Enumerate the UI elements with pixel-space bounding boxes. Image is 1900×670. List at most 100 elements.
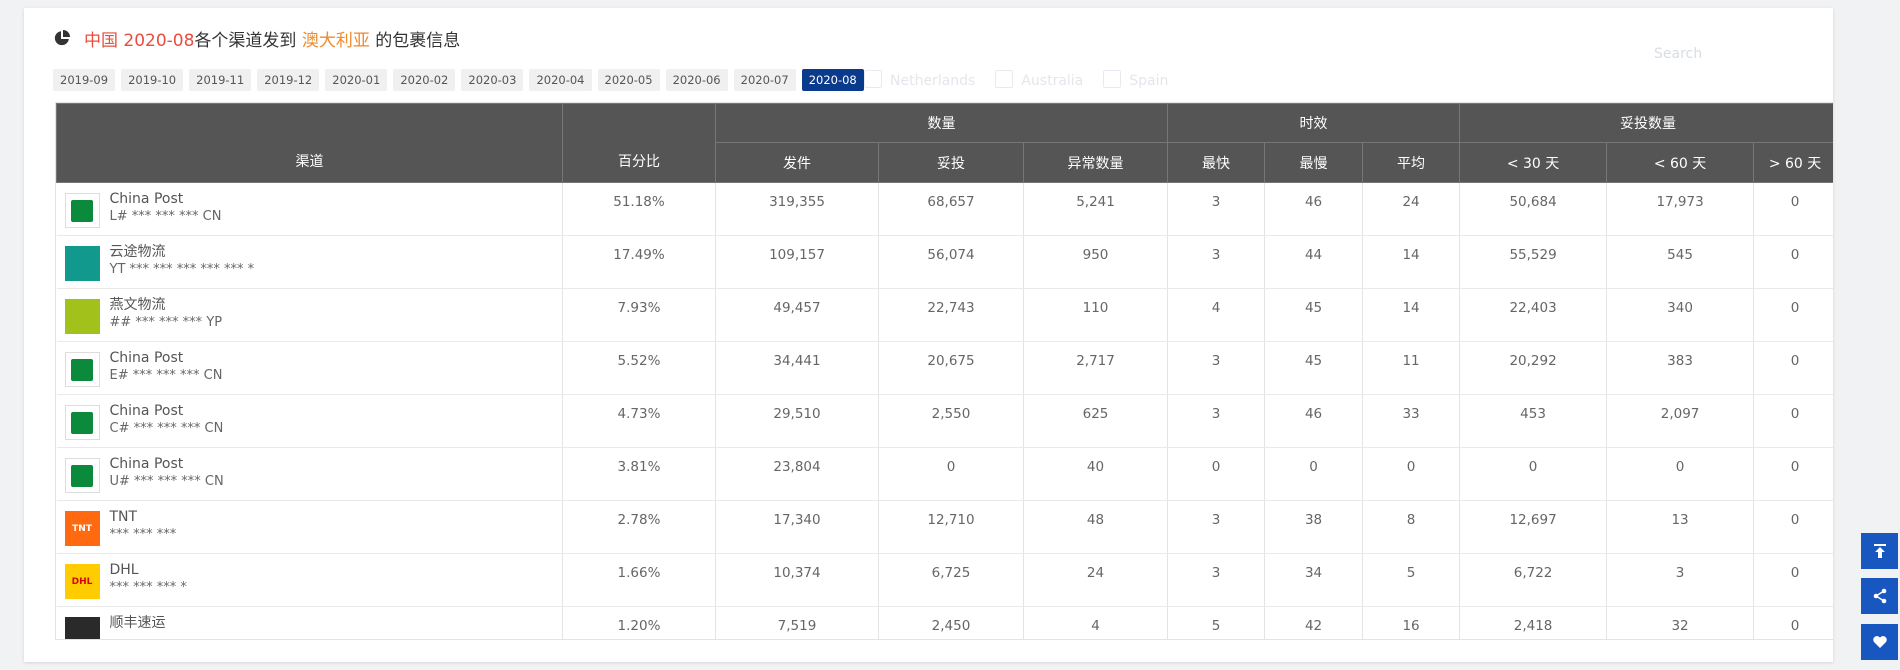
cell-lt30: 6,722 xyxy=(1459,553,1608,607)
cell-abnormal: 24 xyxy=(1023,553,1169,607)
channel-info: 顺丰速运 xyxy=(64,615,563,639)
cell-abnormal: 950 xyxy=(1023,235,1169,289)
channel-text: TNT *** *** *** xyxy=(110,509,177,543)
tracking-number-mask: YT *** *** *** *** *** * xyxy=(109,262,255,277)
channel-cell: China Post L# *** *** *** CN xyxy=(56,182,563,236)
channel-cell: DHL DHL *** *** *** * xyxy=(56,553,563,607)
china-post-emblem-icon xyxy=(71,464,93,487)
tracking-number-mask: E# *** *** *** CN xyxy=(109,368,223,383)
cell-slowest: 45 xyxy=(1264,288,1364,342)
cell-gt60: 0 xyxy=(1753,182,1833,236)
cell-lt30: 50,684 xyxy=(1459,182,1608,236)
cell-sent: 10,374 xyxy=(715,553,879,607)
cell-slowest: 45 xyxy=(1264,341,1364,395)
channel-info: China Post E# *** *** *** CN xyxy=(64,350,563,387)
cell-percent: 1.66% xyxy=(562,553,716,607)
channel-table-container[interactable]: 渠道 百分比 数量 时效 妥投数量 发件 妥投 异常数量 最快 最慢 平均 < … xyxy=(55,102,1833,640)
month-tab-2019-09[interactable]: 2019-09 xyxy=(53,69,116,91)
channel-info: China Post L# *** *** *** CN xyxy=(64,191,563,228)
cell-average: 11 xyxy=(1362,341,1461,395)
china-post-logo-icon xyxy=(64,405,100,440)
cell-sent: 319,355 xyxy=(715,182,879,236)
channel-name: 云途物流 xyxy=(109,244,166,260)
month-tab-2020-05[interactable]: 2020-05 xyxy=(597,69,660,91)
share-button[interactable] xyxy=(1861,578,1898,614)
table-row: 燕文物流 ## *** *** *** YP 7.93% 49,457 22,743 11… xyxy=(56,288,1833,342)
title-mid: 各个渠道发到 xyxy=(194,30,297,51)
favorite-button[interactable] xyxy=(1861,624,1898,660)
channel-cell: China Post E# *** *** *** CN xyxy=(56,341,563,395)
header-lt30: < 30 天 xyxy=(1459,142,1608,183)
header-delivered-count-group: 妥投数量 xyxy=(1459,103,1833,143)
cell-fastest: 3 xyxy=(1167,500,1266,554)
channel-text: China Post C# *** *** *** CN xyxy=(110,403,224,437)
cell-gt60: 0 xyxy=(1753,288,1833,342)
cell-lt60: 545 xyxy=(1606,235,1755,289)
cell-percent: 3.81% xyxy=(562,447,716,501)
table-row: DHL DHL *** *** *** * 1.66% 10,374 6,725 24 3 34… xyxy=(56,553,1833,607)
channel-name: China Post xyxy=(109,456,184,472)
channel-text: 顺丰速运 xyxy=(110,615,166,632)
header-average: 平均 xyxy=(1362,142,1461,183)
cell-sent: 23,804 xyxy=(715,447,879,501)
table-row: TNT TNT *** *** *** 2.78% 17,340 12,710 48 3 38 8… xyxy=(56,500,1833,554)
header-timeliness-group: 时效 xyxy=(1167,103,1461,143)
month-tab-2020-02[interactable]: 2020-02 xyxy=(393,69,456,91)
channel-name: DHL xyxy=(109,562,139,578)
cell-slowest: 38 xyxy=(1264,500,1364,554)
channel-text: China Post U# *** *** *** CN xyxy=(110,456,224,490)
month-tab-2020-06[interactable]: 2020-06 xyxy=(665,69,728,91)
header-slowest: 最慢 xyxy=(1264,142,1364,183)
month-tab-2020-04[interactable]: 2020-04 xyxy=(529,69,592,91)
china-post-logo-icon xyxy=(64,193,100,228)
header-sent: 发件 xyxy=(715,142,879,183)
channel-info: 燕文物流 ## *** *** *** YP xyxy=(64,297,563,334)
month-tab-2020-07[interactable]: 2020-07 xyxy=(733,69,796,91)
yuntu-logo-icon xyxy=(64,246,100,281)
channel-text: China Post L# *** *** *** CN xyxy=(110,191,222,225)
yanwen-logo-icon xyxy=(64,299,100,334)
cell-abnormal: 48 xyxy=(1023,500,1169,554)
channel-cell: 燕文物流 ## *** *** *** YP xyxy=(56,288,563,342)
cell-slowest: 0 xyxy=(1264,447,1364,501)
table-row: China Post E# *** *** *** CN 5.52% 34,441 20… xyxy=(56,341,1833,395)
header-abnormal: 异常数量 xyxy=(1022,142,1169,183)
cell-lt60: 2,097 xyxy=(1606,394,1755,448)
sf-logo-icon xyxy=(64,617,100,639)
cell-fastest: 3 xyxy=(1167,182,1266,236)
cell-lt60: 3 xyxy=(1606,553,1755,607)
cell-average: 14 xyxy=(1362,235,1461,289)
table-body: China Post L# *** *** *** CN 51.18% 319,355… xyxy=(56,182,1833,639)
back-to-top-icon xyxy=(1873,544,1886,558)
china-post-emblem-icon xyxy=(71,411,93,434)
cell-lt30: 22,403 xyxy=(1459,288,1608,342)
cell-percent: 5.52% xyxy=(562,341,716,395)
month-tab-2019-12[interactable]: 2019-12 xyxy=(257,69,320,91)
cell-average: 0 xyxy=(1362,447,1461,501)
table-row: 云途物流 YT *** *** *** *** *** * 17.49% 109,15… xyxy=(56,235,1833,289)
channel-info: China Post C# *** *** *** CN xyxy=(64,403,563,440)
cell-gt60: 0 xyxy=(1753,394,1833,448)
back-to-top-button[interactable] xyxy=(1861,533,1898,569)
tracking-number-mask: C# *** *** *** CN xyxy=(109,421,224,436)
background-legend: Netherlands Australia Spain xyxy=(864,70,1168,89)
month-tab-2020-01[interactable]: 2020-01 xyxy=(325,69,388,91)
cell-sent: 29,510 xyxy=(715,394,879,448)
cell-percent: 51.18% xyxy=(562,182,716,236)
cell-delivered: 12,710 xyxy=(878,500,1024,554)
legend-item: Netherlands xyxy=(864,70,975,89)
month-tab-2019-10[interactable]: 2019-10 xyxy=(121,69,184,91)
month-tab-2019-11[interactable]: 2019-11 xyxy=(189,69,252,91)
channel-text: DHL *** *** *** * xyxy=(110,562,187,596)
cell-fastest: 3 xyxy=(1167,394,1266,448)
cell-percent: 2.78% xyxy=(562,500,716,554)
channel-name: TNT xyxy=(109,509,138,525)
month-tab-2020-08[interactable]: 2020-08 xyxy=(801,69,864,91)
cell-delivered: 0 xyxy=(878,447,1024,501)
cell-average: 14 xyxy=(1362,288,1461,342)
cell-abnormal: 40 xyxy=(1023,447,1169,501)
month-tab-2020-03[interactable]: 2020-03 xyxy=(461,69,524,91)
cell-lt60: 17,973 xyxy=(1606,182,1755,236)
cell-slowest: 42 xyxy=(1264,606,1364,639)
tracking-number-mask: *** *** *** xyxy=(109,527,177,542)
